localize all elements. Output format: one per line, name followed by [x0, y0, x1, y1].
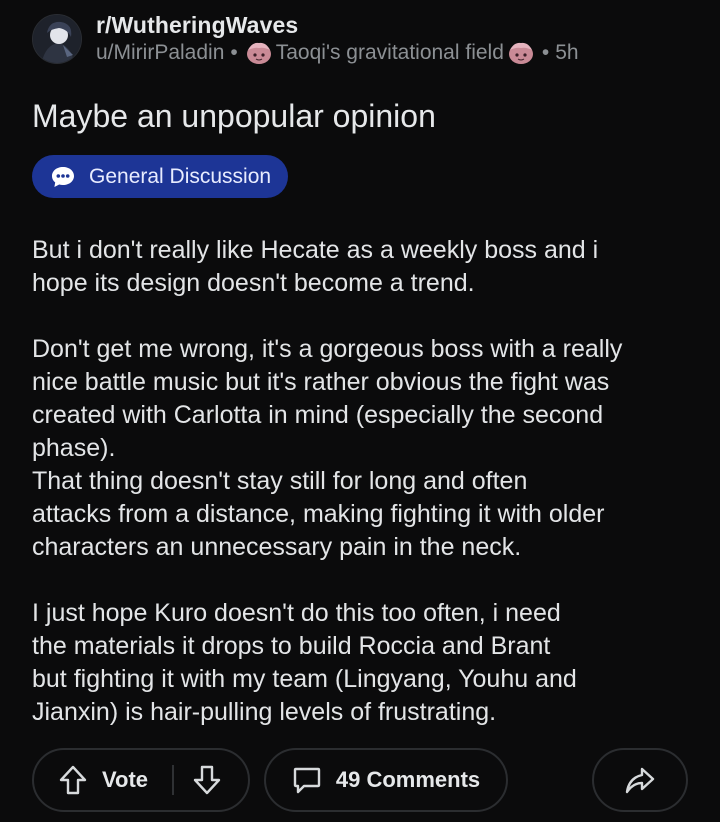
post-text-line: But i don't really like Hecate as a week… [32, 236, 599, 264]
post-action-bar: Vote 49 Comments [32, 748, 688, 814]
comment-icon [292, 765, 322, 795]
arrow-down-icon [193, 765, 221, 795]
post-text-line: but fighting it with my team (Lingyang, … [32, 665, 577, 693]
downvote-button[interactable] [192, 764, 222, 796]
post-text-line: I just hope Kuro doesn't do this too oft… [32, 599, 561, 627]
vote-control: Vote [32, 748, 250, 812]
post-paragraph: Don't get me wrong, it's a gorgeous boss… [32, 333, 702, 564]
comments-label: 49 Comments [335, 767, 481, 792]
meta-separator: • [541, 41, 550, 64]
taoqi-flair-icon [244, 40, 274, 66]
post-text-line: attacks from a distance, making fighting… [32, 500, 605, 528]
post-header-text: r/WutheringWaves u/MirirPaladin • Taoqi'… [96, 12, 579, 66]
post-body: But i don't really like Hecate as a week… [32, 234, 702, 729]
author-name[interactable]: u/MirirPaladin [96, 40, 224, 66]
post-page: r/WutheringWaves u/MirirPaladin • Taoqi'… [0, 0, 720, 822]
post-text-line: That thing doesn't stay still for long a… [32, 467, 528, 495]
share-button[interactable] [592, 748, 688, 812]
post-meta: u/MirirPaladin • Taoqi's gravitational f… [96, 40, 579, 66]
post-title: Maybe an unpopular opinion [32, 98, 436, 134]
post-flair-tag[interactable]: General Discussion [32, 155, 289, 198]
post-text-line: Jianxin) is hair-pulling levels of frust… [32, 698, 497, 726]
post-flair-label: General Discussion [89, 164, 272, 188]
vote-label: Vote [102, 767, 149, 792]
upvote-button[interactable]: Vote [58, 764, 148, 796]
post-age: 5h [555, 41, 579, 64]
arrow-up-icon [59, 765, 87, 795]
comments-button[interactable]: 49 Comments [264, 748, 508, 812]
subreddit-avatar-icon[interactable] [32, 14, 82, 64]
post-paragraph: But i don't really like Hecate as a week… [32, 234, 702, 300]
chat-bubble-icon [52, 166, 74, 187]
author-flair-text: Taoqi's gravitational field [275, 41, 504, 64]
post-text-line: nice battle music but it's rather obviou… [32, 368, 610, 396]
post-text-line: created with Carlotta in mind (especiall… [32, 401, 604, 429]
share-icon [624, 765, 656, 795]
post-text-line: hope its design doesn't become a trend. [32, 269, 475, 297]
meta-separator: • [230, 41, 238, 64]
post-paragraph: I just hope Kuro doesn't do this too oft… [32, 597, 702, 729]
post-text-line: characters an unnecessary pain in the ne… [32, 533, 522, 561]
subreddit-name[interactable]: r/WutheringWaves [96, 12, 579, 38]
taoqi-flair-icon [506, 40, 536, 66]
post-header: r/WutheringWaves u/MirirPaladin • Taoqi'… [32, 8, 579, 70]
post-text-line: Don't get me wrong, it's a gorgeous boss… [32, 335, 623, 363]
post-text-line: the materials it drops to build Roccia a… [32, 632, 551, 660]
vote-divider [172, 765, 175, 795]
post-text-line: phase). [32, 434, 116, 462]
